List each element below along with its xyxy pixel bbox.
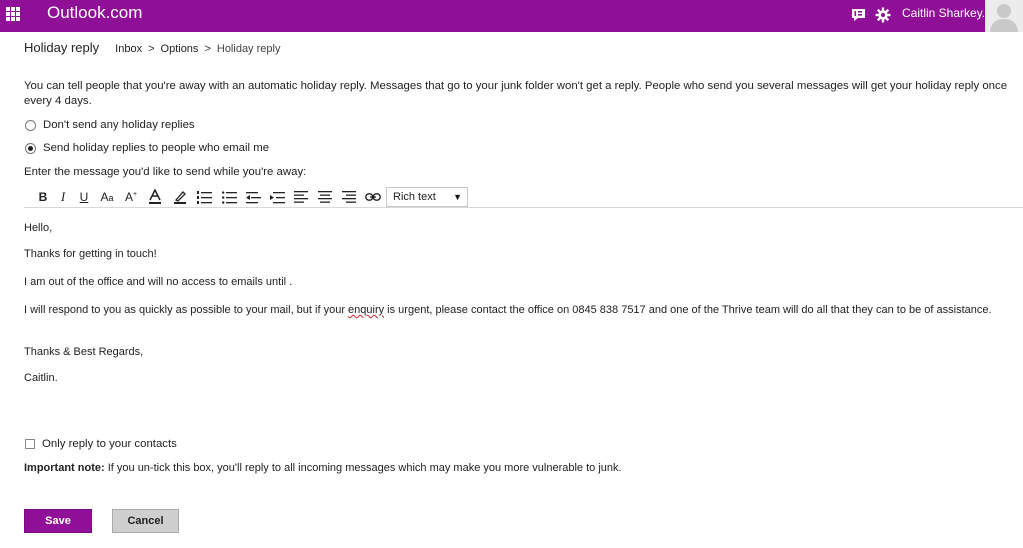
cancel-button[interactable]: Cancel [112,509,179,533]
increase-indent-icon[interactable] [267,188,287,206]
page-title: Holiday reply [24,40,100,55]
contacts-only-checkbox[interactable]: Only reply to your contacts [25,438,177,450]
breadcrumb-inbox[interactable]: Inbox [115,43,142,55]
radio-button[interactable] [25,119,36,131]
grow-font-icon[interactable]: A+ [121,188,141,206]
radio-label: Don't send any holiday replies [43,119,195,131]
avatar[interactable] [985,0,1023,32]
intro-text: You can tell people that you're away wit… [24,80,1008,107]
breadcrumb-separator: > [204,43,211,55]
message-line: I am out of the office and will no acces… [24,276,293,288]
align-right-icon[interactable] [339,188,359,206]
top-bar: Outlook.com Caitlin Sharkey. [0,0,1023,32]
message-line: Thanks for getting in touch! [24,248,157,260]
format-toolbar: B I U Aa A+ Rich text ▼ [24,186,1023,208]
align-center-icon[interactable] [315,188,335,206]
italic-icon[interactable]: I [53,188,73,206]
message-label: Enter the message you'd like to send whi… [24,166,307,178]
message-text: is urgent, please contact the office on … [384,304,992,316]
radio-no-replies[interactable]: Don't send any holiday replies [25,117,195,133]
breadcrumb-current: Holiday reply [216,43,281,55]
bulleted-list-icon[interactable] [219,188,239,206]
important-note: Important note: If you un-tick this box,… [24,462,622,474]
app-launcher-icon[interactable] [6,7,20,21]
format-select-value: Rich text [393,191,436,203]
radio-send-replies[interactable]: Send holiday replies to people who email… [25,140,269,156]
brand-logo[interactable]: Outlook.com [47,3,142,23]
message-line: Caitlin. [24,372,58,384]
note-heading: Important note: [24,462,105,474]
decrease-indent-icon[interactable] [243,188,263,206]
checkbox[interactable] [25,439,35,449]
misspelled-word[interactable]: enquiry [348,304,384,316]
breadcrumb-separator: > [148,43,155,55]
underline-icon[interactable]: U [74,188,94,206]
message-text: I will respond to you as quickly as poss… [24,304,349,316]
chat-icon[interactable] [849,6,867,24]
message-paragraph: I will respond to you as quickly as poss… [24,304,1004,317]
highlight-icon[interactable] [170,188,190,206]
page-subheader: Holiday reply Inbox > Options > Holiday … [24,40,280,58]
format-select[interactable]: Rich text ▼ [386,187,468,207]
save-button[interactable]: Save [24,509,92,533]
font-size-icon[interactable]: Aa [97,188,117,206]
message-editor[interactable]: Hello, Thanks for getting in touch! I am… [0,209,1023,419]
note-text: If you un-tick this box, you'll reply to… [104,462,622,474]
user-name[interactable]: Caitlin Sharkey. [902,6,985,20]
numbered-list-icon[interactable] [194,188,214,206]
link-icon[interactable] [363,188,383,206]
bold-icon[interactable]: B [33,188,53,206]
breadcrumb-options[interactable]: Options [161,43,199,55]
message-line: Thanks & Best Regards, [24,346,144,358]
radio-label: Send holiday replies to people who email… [43,142,270,154]
checkbox-label: Only reply to your contacts [42,438,177,450]
font-color-icon[interactable] [145,188,165,206]
radio-button-selected[interactable] [25,142,36,154]
gear-icon[interactable] [874,6,892,24]
chevron-down-icon: ▼ [453,192,462,202]
align-left-icon[interactable] [291,188,311,206]
message-line: Hello, [24,222,53,234]
